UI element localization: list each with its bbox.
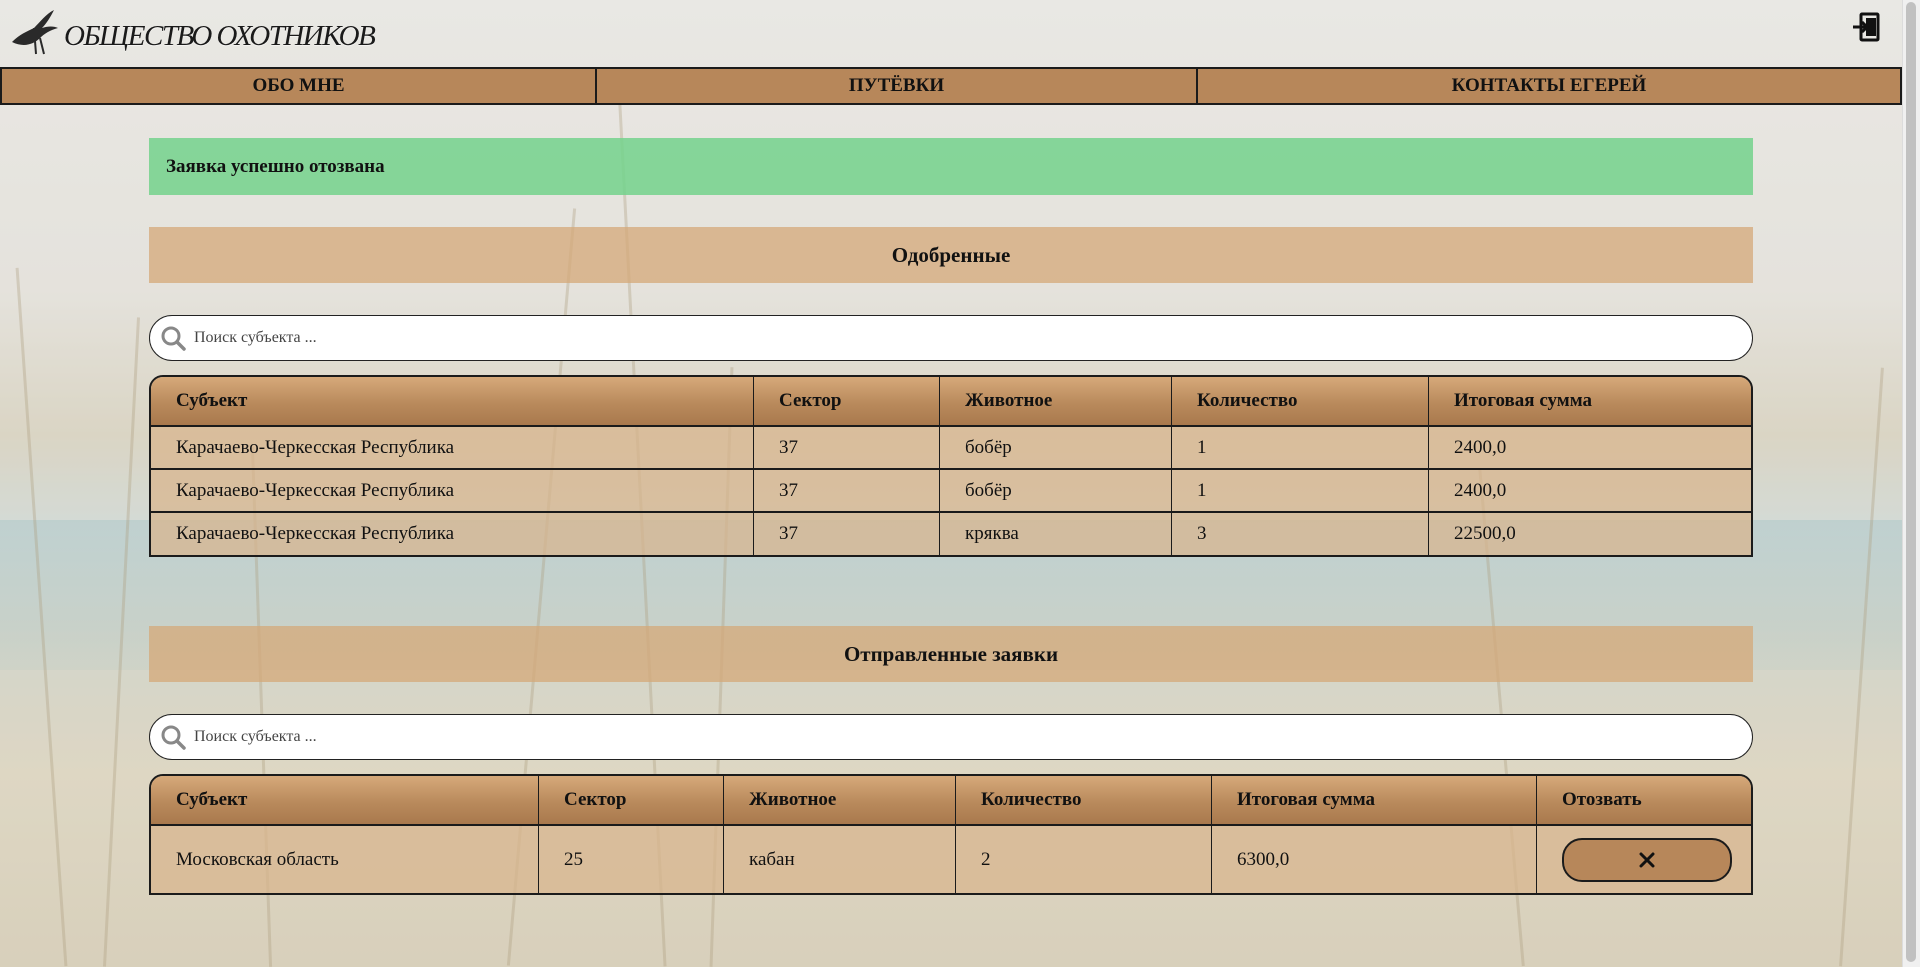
table-header-row: Субъект Сектор Животное Количество Итого… (151, 776, 1751, 826)
sent-table: Субъект Сектор Животное Количество Итого… (149, 774, 1753, 895)
approved-search-input[interactable] (192, 317, 1752, 359)
column-header-total[interactable]: Итоговая сумма (1429, 377, 1751, 427)
cell-sector: 25 (539, 826, 724, 893)
cell-total: 22500,0 (1429, 513, 1751, 555)
page-scrollbar[interactable] (1902, 0, 1920, 967)
cell-total: 2400,0 (1429, 427, 1751, 470)
site-header: ОБЩЕСТВО ОХОТНИКОВ (0, 0, 1901, 64)
cell-quantity: 2 (956, 826, 1212, 893)
approved-search (149, 315, 1753, 361)
main-nav: ОБО МНЕ ПУТЁВКИ КОНТАКТЫ ЕГЕРЕЙ (0, 67, 1902, 107)
bird-icon (12, 10, 58, 55)
nav-item-rangers[interactable]: КОНТАКТЫ ЕГЕРЕЙ (1198, 69, 1902, 105)
scrollbar-thumb[interactable] (1906, 2, 1916, 962)
search-icon (161, 725, 186, 750)
cell-revoke (1537, 826, 1751, 893)
success-alert: Заявка успешно отозвана (149, 138, 1753, 195)
success-alert-text: Заявка успешно отозвана (166, 155, 385, 177)
cell-subject: Карачаево-Черкесская Республика (151, 470, 754, 513)
table-header-row: Субъект Сектор Животное Количество Итого… (151, 377, 1751, 427)
cell-quantity: 1 (1172, 427, 1429, 470)
column-header-sector[interactable]: Сектор (754, 377, 940, 427)
sent-search (149, 714, 1753, 760)
cell-animal: кряква (940, 513, 1172, 555)
nav-item-about[interactable]: ОБО МНЕ (0, 69, 597, 105)
column-header-animal[interactable]: Животное (724, 776, 956, 826)
column-header-sector[interactable]: Сектор (539, 776, 724, 826)
approved-table: Субъект Сектор Животное Количество Итого… (149, 375, 1753, 557)
column-header-animal[interactable]: Животное (940, 377, 1172, 427)
close-icon (1639, 852, 1655, 867)
cell-sector: 37 (754, 513, 940, 555)
table-row: Карачаево-Черкесская Республика 37 бобёр… (151, 427, 1751, 470)
column-header-revoke[interactable]: Отозвать (1537, 776, 1751, 826)
cell-subject: Карачаево-Черкесская Республика (151, 427, 754, 470)
column-header-subject[interactable]: Субъект (151, 377, 754, 427)
nav-item-vouchers[interactable]: ПУТЁВКИ (597, 69, 1198, 105)
column-header-quantity[interactable]: Количество (1172, 377, 1429, 427)
cell-quantity: 3 (1172, 513, 1429, 555)
cell-total: 2400,0 (1429, 470, 1751, 513)
column-header-total[interactable]: Итоговая сумма (1212, 776, 1537, 826)
cell-subject: Московская область (151, 826, 539, 893)
table-row: Московская область 25 кабан 2 6300,0 (151, 826, 1751, 893)
sent-title-text: Отправленные заявки (843, 641, 1059, 666)
approved-title-text: Одобренные (891, 242, 1011, 267)
sent-search-input[interactable] (192, 716, 1752, 758)
column-header-quantity[interactable]: Количество (956, 776, 1212, 826)
cell-sector: 37 (754, 427, 940, 470)
revoke-button[interactable] (1562, 837, 1732, 882)
cell-sector: 37 (754, 470, 940, 513)
table-row: Карачаево-Черкесская Республика 37 крякв… (151, 513, 1751, 555)
cell-animal: бобёр (940, 427, 1172, 470)
cell-animal: кабан (724, 826, 956, 893)
logout-icon[interactable] (1852, 12, 1880, 42)
column-header-subject[interactable]: Субъект (151, 776, 539, 826)
cell-total: 6300,0 (1212, 826, 1537, 893)
cell-subject: Карачаево-Черкесская Республика (151, 513, 754, 555)
site-logo-text[interactable]: ОБЩЕСТВО ОХОТНИКОВ (64, 20, 376, 53)
search-icon (161, 326, 186, 351)
cell-quantity: 1 (1172, 470, 1429, 513)
table-row: Карачаево-Черкесская Республика 37 бобёр… (151, 470, 1751, 513)
cell-animal: бобёр (940, 470, 1172, 513)
sent-section-title: Отправленные заявки (149, 626, 1753, 682)
approved-section-title: Одобренные (149, 227, 1753, 283)
